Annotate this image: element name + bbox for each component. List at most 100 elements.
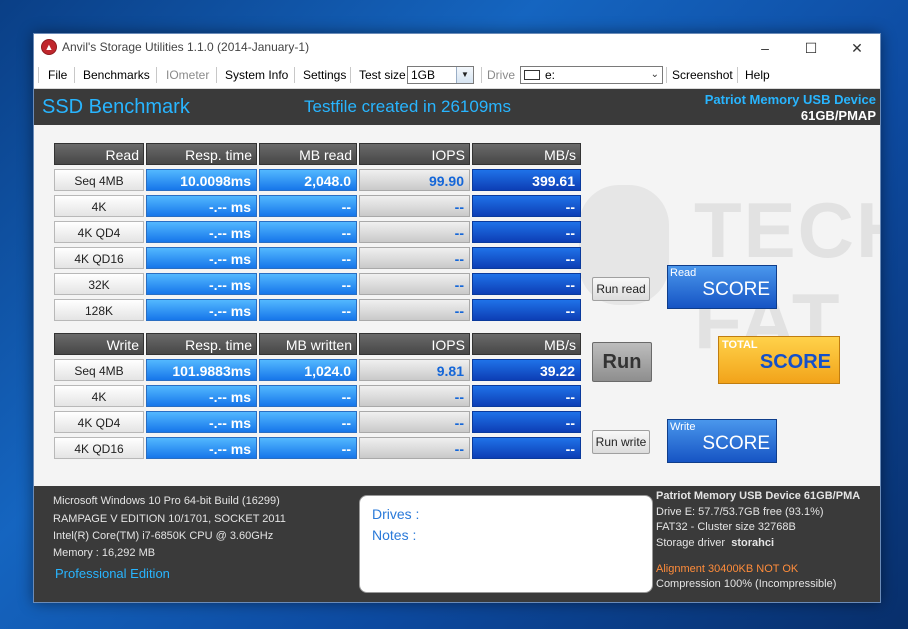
info-footer: Microsoft Windows 10 Pro 64-bit Build (1… — [34, 486, 880, 602]
driver-label: Storage driver — [656, 537, 726, 549]
read-header-2: MB read — [259, 143, 357, 165]
close-button[interactable]: ✕ — [834, 34, 880, 62]
menu-iometer[interactable]: IOmeter — [161, 62, 214, 88]
read-cell-mb: -- — [259, 195, 357, 217]
write-score-box: Write SCORE — [667, 419, 777, 463]
write-cell-iops: -- — [359, 437, 470, 459]
system-memory: Memory : 16,292 MB — [53, 547, 156, 559]
read-cell-iops: -- — [359, 299, 470, 321]
anvil-app-icon: ▲ — [41, 39, 57, 55]
menu-help[interactable]: Help — [740, 62, 775, 88]
read-row-label[interactable]: 4K QD16 — [54, 247, 144, 269]
alignment-warning: Alignment 30400KB NOT OK — [656, 563, 799, 575]
read-score-box: Read SCORE — [667, 265, 777, 309]
run-button[interactable]: Run — [592, 342, 652, 382]
page-title: SSD Benchmark — [42, 96, 190, 118]
read-cell-mb: -- — [259, 221, 357, 243]
write-cell-mbs: 39.22 — [472, 359, 581, 381]
drive-icon — [524, 69, 540, 80]
testfile-status: Testfile created in 26109ms — [304, 97, 511, 116]
write-row-label[interactable]: 4K QD4 — [54, 411, 144, 433]
write-cell-mbs: -- — [472, 385, 581, 407]
notes-box[interactable]: Drives : Notes : — [359, 495, 653, 593]
run-read-button[interactable]: Run read — [592, 277, 650, 301]
write-cell-mb: 1,024.0 — [259, 359, 357, 381]
read-header-4: MB/s — [472, 143, 581, 165]
write-cell-mb: -- — [259, 437, 357, 459]
write-cell-iops: 9.81 — [359, 359, 470, 381]
edition-label: Professional Edition — [55, 566, 170, 581]
read-header-0: Read — [54, 143, 144, 165]
drive-select[interactable]: e: ⌄ — [520, 66, 663, 84]
minimize-button[interactable]: – — [742, 34, 788, 62]
read-row-label[interactable]: 128K — [54, 299, 144, 321]
read-cell-iops: -- — [359, 273, 470, 295]
write-header-2: MB written — [259, 333, 357, 355]
read-cell-mbs: -- — [472, 195, 581, 217]
total-score-value: SCORE — [759, 351, 831, 373]
write-header-0: Write — [54, 333, 144, 355]
benchmark-header: SSD Benchmark Testfile created in 26109m… — [34, 89, 880, 125]
write-cell-resp: -.-- ms — [146, 385, 257, 407]
device-info-driver: Storage driver storahci — [656, 537, 774, 549]
read-header-1: Resp. time — [146, 143, 257, 165]
read-row-label[interactable]: 4K QD4 — [54, 221, 144, 243]
run-write-button[interactable]: Run write — [592, 430, 650, 454]
driver-value: storahci — [731, 537, 775, 549]
read-row-label[interactable]: 4K — [54, 195, 144, 217]
menu-system-info[interactable]: System Info — [220, 62, 293, 88]
read-row-label[interactable]: 32K — [54, 273, 144, 295]
write-cell-iops: -- — [359, 411, 470, 433]
write-cell-resp: 101.9883ms — [146, 359, 257, 381]
maximize-button[interactable]: ☐ — [788, 34, 834, 62]
chevron-down-icon[interactable]: ⌄ — [651, 67, 659, 83]
total-score-label: TOTAL — [722, 339, 758, 351]
total-score-box: TOTAL SCORE — [718, 336, 840, 384]
test-size-select[interactable]: 1GB ▼ — [407, 66, 474, 84]
read-cell-resp: -.-- ms — [146, 247, 257, 269]
read-cell-mb: 2,048.0 — [259, 169, 357, 191]
device-name: Patriot Memory USB Device — [704, 92, 876, 107]
window-title: Anvil's Storage Utilities 1.1.0 (2014-Ja… — [62, 40, 310, 54]
read-score-label: Read — [670, 267, 697, 279]
read-cell-iops: -- — [359, 195, 470, 217]
write-score-value: SCORE — [702, 433, 770, 454]
menu-benchmarks[interactable]: Benchmarks — [78, 62, 155, 88]
read-cell-resp: 10.0098ms — [146, 169, 257, 191]
menu-screenshot[interactable]: Screenshot — [667, 62, 738, 88]
read-row-label[interactable]: Seq 4MB — [54, 169, 144, 191]
write-row-label[interactable]: 4K — [54, 385, 144, 407]
compression-info: Compression 100% (Incompressible) — [656, 578, 837, 590]
write-score-label: Write — [670, 421, 696, 433]
write-header-1: Resp. time — [146, 333, 257, 355]
device-info-fs: FAT32 - Cluster size 32768B — [656, 521, 796, 533]
read-cell-mb: -- — [259, 273, 357, 295]
read-cell-mbs: 399.61 — [472, 169, 581, 191]
read-cell-resp: -.-- ms — [146, 195, 257, 217]
read-cell-mbs: -- — [472, 299, 581, 321]
menu-separator — [737, 67, 738, 83]
benchmark-area: TECH FAT ReadResp. timeMB readIOPSMB/sSe… — [34, 125, 880, 486]
write-cell-mbs: -- — [472, 411, 581, 433]
write-cell-resp: -.-- ms — [146, 411, 257, 433]
menu-settings[interactable]: Settings — [298, 62, 351, 88]
title-bar[interactable]: ▲ Anvil's Storage Utilities 1.1.0 (2014-… — [34, 34, 880, 62]
menu-separator — [38, 67, 39, 83]
read-cell-mb: -- — [259, 247, 357, 269]
system-cpu: Intel(R) Core(TM) i7-6850K CPU @ 3.60GHz — [53, 530, 274, 542]
write-row-label[interactable]: 4K QD16 — [54, 437, 144, 459]
menu-separator — [294, 67, 295, 83]
write-row-label[interactable]: Seq 4MB — [54, 359, 144, 381]
device-size: 61GB/PMAP — [800, 108, 876, 123]
menu-separator — [216, 67, 217, 83]
write-header-3: IOPS — [359, 333, 470, 355]
menu-file[interactable]: File — [43, 62, 72, 88]
device-info-drive: Drive E: 57.7/53.7GB free (93.1%) — [656, 506, 824, 518]
menu-separator — [156, 67, 157, 83]
write-cell-mbs: -- — [472, 437, 581, 459]
dropdown-arrow-icon[interactable]: ▼ — [456, 67, 473, 83]
system-board: RAMPAGE V EDITION 10/1701, SOCKET 2011 — [53, 513, 286, 525]
write-header-4: MB/s — [472, 333, 581, 355]
test-size-label: Test size — [359, 68, 406, 82]
read-cell-mbs: -- — [472, 273, 581, 295]
